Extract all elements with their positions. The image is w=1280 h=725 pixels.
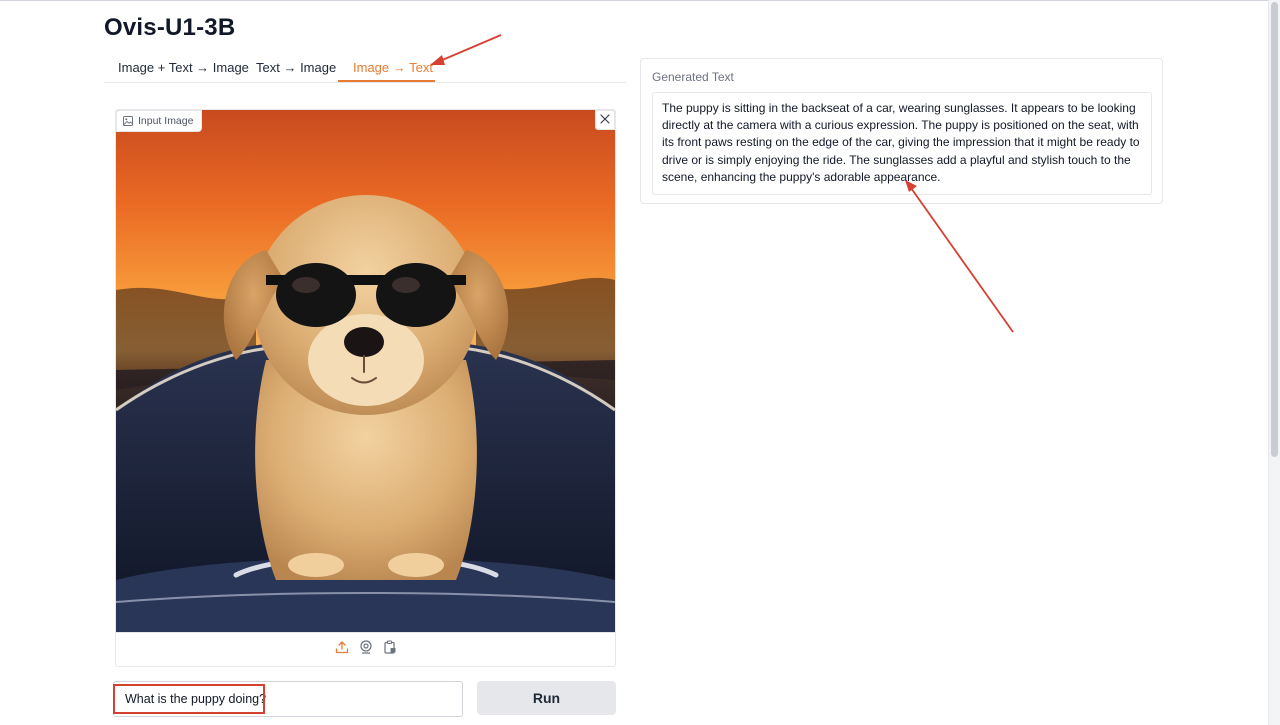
- close-icon: [600, 111, 610, 129]
- input-image-label: Input Image: [116, 110, 203, 132]
- webcam-button[interactable]: [359, 640, 373, 659]
- generated-text-label: Generated Text: [652, 70, 734, 84]
- clipboard-icon: [383, 640, 397, 659]
- image-icon: [123, 116, 133, 126]
- mode-tabs: Image + Text → Image Text → Image Image …: [104, 58, 626, 83]
- webcam-icon: [359, 640, 373, 659]
- tab-image-to-text[interactable]: Image → Text: [353, 60, 433, 75]
- input-image-panel: Input Image: [115, 109, 616, 667]
- clear-image-button[interactable]: [595, 110, 615, 130]
- active-tab-indicator: [338, 80, 435, 82]
- top-divider: [0, 0, 1268, 1]
- run-button[interactable]: Run: [477, 681, 616, 715]
- tab-image-text-to-image[interactable]: Image + Text → Image: [118, 60, 249, 75]
- scrollbar-thumb[interactable]: [1271, 2, 1278, 457]
- uploaded-image: [116, 110, 615, 632]
- prompt-textbox[interactable]: [113, 681, 463, 717]
- generated-text-output[interactable]: The puppy is sitting in the backseat of …: [652, 92, 1152, 195]
- image-source-toolbar: [116, 632, 615, 666]
- generated-text-panel: Generated Text The puppy is sitting in t…: [640, 58, 1163, 204]
- input-image-label-text: Input Image: [138, 115, 194, 127]
- prompt-input[interactable]: [116, 684, 460, 714]
- paste-from-clipboard-button[interactable]: [383, 640, 397, 659]
- tab-text-to-image[interactable]: Text → Image: [256, 60, 336, 75]
- upload-button[interactable]: [335, 640, 349, 659]
- page-scrollbar[interactable]: [1268, 0, 1280, 725]
- upload-icon: [335, 640, 349, 659]
- app-title: Ovis-U1-3B: [104, 14, 236, 41]
